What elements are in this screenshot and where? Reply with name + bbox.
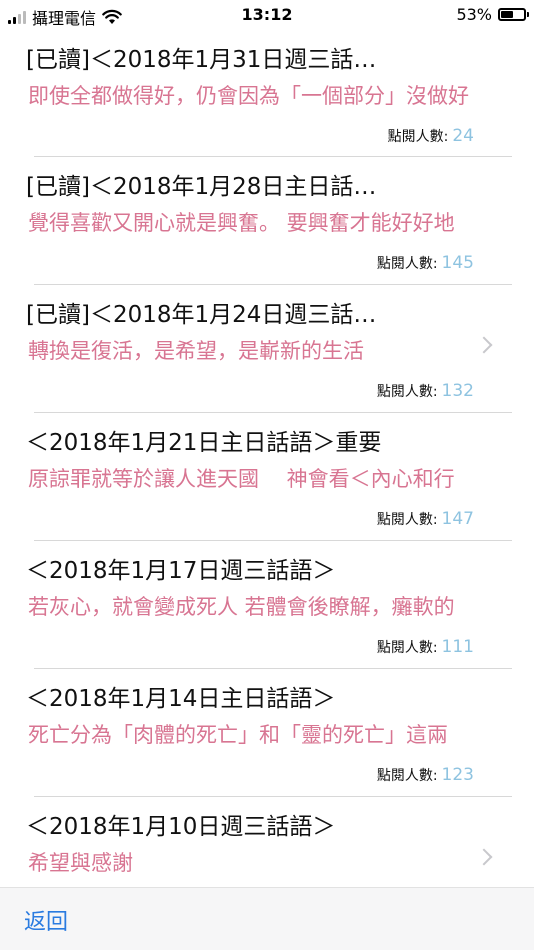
view-count-label: 點閱人數: — [376, 256, 438, 272]
item-subtitle: 覺得喜歡又開心就是興奮。 要興奮才能好好地 — [28, 211, 455, 235]
back-button[interactable]: 返回 — [24, 904, 68, 936]
item-title: ＜2018年1月17日週三話語＞ — [26, 558, 336, 584]
view-count: 點閱人數: 145 — [377, 253, 474, 273]
view-count-value: 24 — [452, 126, 474, 146]
view-count-label: 點閱人數: — [387, 129, 449, 145]
view-count: 點閱人數: 111 — [377, 637, 474, 657]
list-item[interactable]: [已讀]＜2018年1月31日週三話… 即使全都做得好，仍會因為「一個部分」沒做好… — [0, 30, 534, 157]
view-count: 點閱人數: 147 — [377, 509, 474, 529]
list-item[interactable]: ＜2018年1月21日主日話語＞重要原諒罪就等於讓人進天國 神會看＜內心和行點閱… — [0, 413, 534, 541]
item-title: [已讀]＜2018年1月24日週三話… — [26, 302, 377, 328]
item-subtitle: 轉換是復活，是希望，是嶄新的生活 — [28, 339, 364, 363]
list-item[interactable]: ＜2018年1月14日主日話語＞ 死亡分為「肉體的死亡」和「靈的死亡」這兩點閱人數… — [0, 669, 534, 797]
battery-fill — [501, 11, 513, 18]
item-subtitle: 原諒罪就等於讓人進天國 神會看＜內心和行 — [28, 467, 455, 491]
item-title: ＜2018年1月10日週三話語＞ — [26, 814, 336, 840]
list-item[interactable]: [已讀]＜2018年1月28日主日話… 覺得喜歡又開心就是興奮。 要興奮才能好好地… — [0, 157, 534, 285]
item-subtitle: 即使全都做得好，仍會因為「一個部分」沒做好 — [28, 84, 469, 108]
bottom-toolbar: 返回 — [0, 887, 534, 950]
view-count-value: 123 — [441, 765, 474, 785]
view-count-value: 111 — [441, 637, 474, 657]
item-subtitle: 若灰心，就會變成死人 若體會後瞭解，癱軟的 — [28, 595, 455, 619]
item-title: ＜2018年1月14日主日話語＞ — [26, 686, 336, 712]
status-bar: 攝理電信 13:12 53% — [0, 0, 534, 30]
list-item[interactable]: [已讀]＜2018年1月24日週三話… 轉換是復活，是希望，是嶄新的生活 點閱人數:… — [0, 285, 534, 413]
battery-percentage: 53% — [456, 5, 492, 24]
status-right: 53% — [456, 5, 529, 24]
battery-icon — [498, 8, 529, 21]
item-subtitle: 希望與感謝 — [28, 851, 133, 875]
item-title: [已讀]＜2018年1月31日週三話… — [26, 47, 377, 73]
view-count: 點閱人數: 24 — [388, 126, 474, 146]
message-list[interactable]: [已讀]＜2018年1月31日週三話… 即使全都做得好，仍會因為「一個部分」沒做好… — [0, 30, 534, 925]
item-title: ＜2018年1月21日主日話語＞重要 — [26, 430, 382, 456]
view-count-label: 點閱人數: — [376, 512, 438, 528]
list-item[interactable]: ＜2018年1月17日週三話語＞ 若灰心，就會變成死人 若體會後瞭解，癱軟的點閱人… — [0, 541, 534, 669]
item-subtitle: 死亡分為「肉體的死亡」和「靈的死亡」這兩 — [28, 723, 448, 747]
view-count-value: 132 — [441, 381, 474, 401]
view-count-value: 145 — [441, 253, 474, 273]
view-count-label: 點閱人數: — [376, 640, 438, 656]
view-count: 點閱人數: 132 — [377, 381, 474, 401]
view-count-label: 點閱人數: — [376, 768, 438, 784]
view-count-value: 147 — [441, 509, 474, 529]
item-title: [已讀]＜2018年1月28日主日話… — [26, 174, 377, 200]
view-count-label: 點閱人數: — [376, 384, 438, 400]
status-time: 13:12 — [241, 5, 293, 24]
view-count: 點閱人數: 123 — [377, 765, 474, 785]
